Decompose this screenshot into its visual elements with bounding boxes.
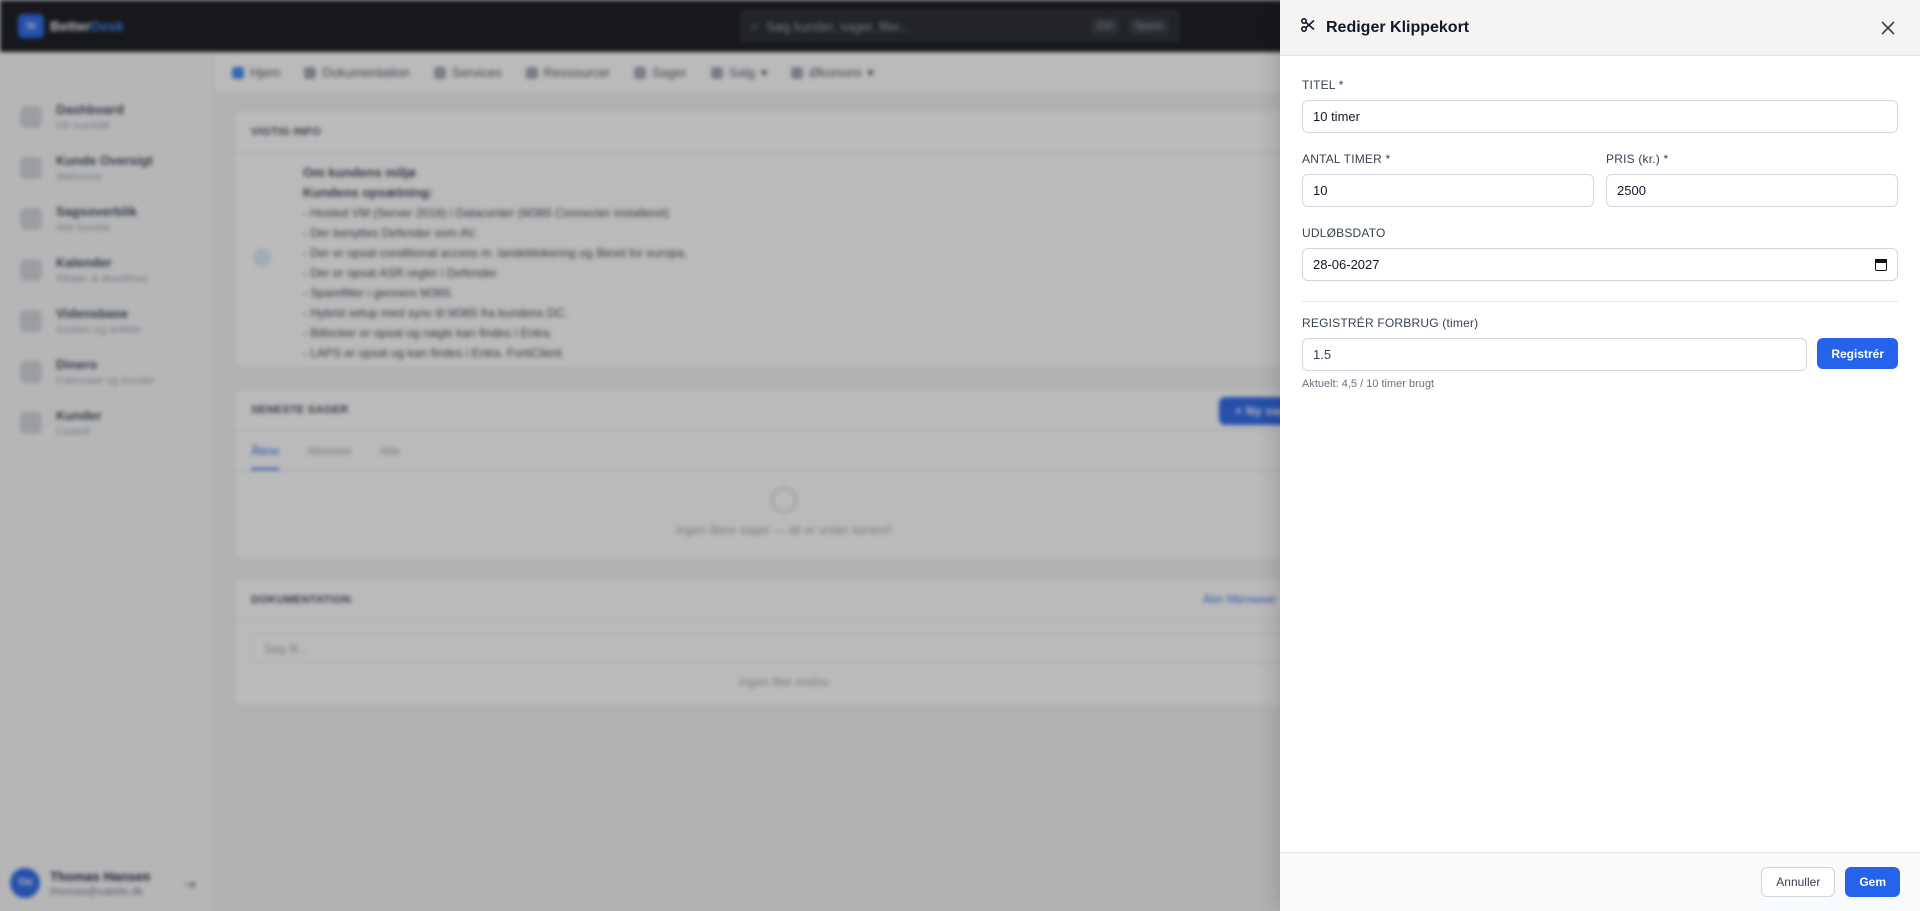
hours-label: ANTAL TIMER *	[1302, 152, 1391, 166]
title-input[interactable]	[1302, 100, 1898, 133]
hours-price-row: ANTAL TIMER * PRIS (kr.) *	[1302, 152, 1898, 207]
drawer-body: TITEL * ANTAL TIMER * PRIS (kr.) * UDLØB…	[1280, 56, 1920, 390]
usage-input[interactable]	[1302, 338, 1808, 371]
register-button[interactable]: Registrér	[1817, 338, 1898, 369]
expiry-label: UDLØBSDATO	[1302, 226, 1386, 240]
divider	[1302, 301, 1898, 302]
calendar-icon[interactable]	[1875, 258, 1887, 271]
usage-label: REGISTRÉR FORBRUG (timer)	[1302, 316, 1479, 330]
price-input[interactable]	[1606, 174, 1898, 207]
hours-group: ANTAL TIMER *	[1302, 152, 1594, 207]
close-icon[interactable]	[1876, 16, 1900, 40]
usage-row: Registrér	[1302, 338, 1898, 371]
title-label: TITEL *	[1302, 78, 1344, 92]
cancel-button[interactable]: Annuller	[1761, 867, 1836, 897]
expiry-date-value: 28-06-2027	[1313, 257, 1380, 272]
edit-punchcard-drawer: Rediger Klippekort TITEL * ANTAL TIMER *…	[1280, 0, 1920, 911]
hours-input[interactable]	[1302, 174, 1594, 207]
drawer-footer: Annuller Gem	[1280, 852, 1920, 911]
save-button[interactable]: Gem	[1845, 867, 1900, 897]
drawer-header: Rediger Klippekort	[1280, 0, 1920, 56]
scissors-icon	[1300, 17, 1316, 38]
expiry-group: UDLØBSDATO 28-06-2027	[1302, 226, 1898, 281]
drawer-title: Rediger Klippekort	[1326, 18, 1470, 36]
expiry-date-input[interactable]: 28-06-2027	[1302, 248, 1898, 281]
price-label: PRIS (kr.) *	[1606, 152, 1669, 166]
usage-group: REGISTRÉR FORBRUG (timer) Registrér Aktu…	[1302, 316, 1898, 390]
usage-hint: Aktuelt: 4,5 / 10 timer brugt	[1302, 378, 1435, 390]
price-group: PRIS (kr.) *	[1606, 152, 1898, 207]
title-group: TITEL *	[1302, 78, 1898, 133]
